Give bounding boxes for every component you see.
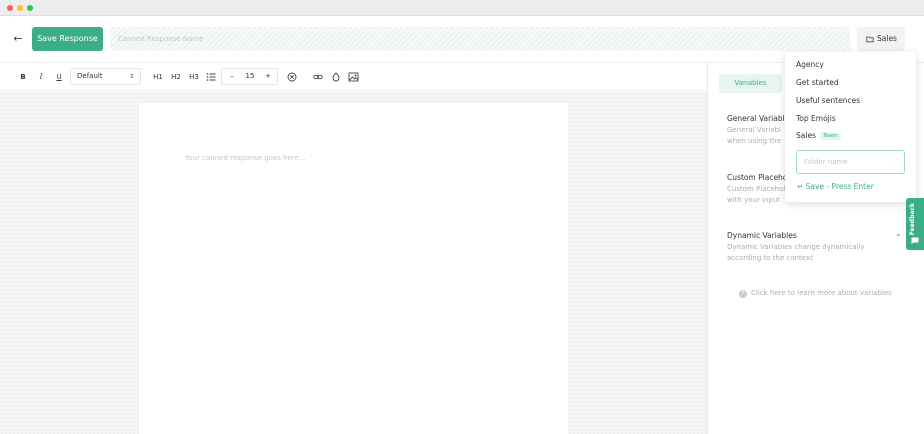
image-icon[interactable]	[348, 72, 359, 82]
folder-dropdown: Agency Get started Useful sentences Top …	[785, 52, 916, 202]
clear-format-icon[interactable]	[287, 72, 297, 82]
general-variables-title[interactable]: General Variable	[727, 114, 789, 123]
bold-button[interactable]: B	[18, 71, 28, 83]
emoji-icon[interactable]	[331, 72, 341, 82]
font-size-value: 15	[245, 72, 255, 80]
dynamic-variables-desc-line1: Dynamic Variables change dynamically	[727, 243, 865, 251]
folder-option-sales[interactable]: Sales Team	[796, 131, 841, 140]
folder-option-sales-label: Sales	[796, 131, 816, 140]
chevron-down-icon[interactable]: ⌄	[895, 229, 905, 239]
dynamic-variables-title[interactable]: Dynamic Variables	[727, 231, 797, 240]
feedback-icon	[911, 237, 919, 244]
dynamic-variables-desc-line2: according to the context	[727, 254, 813, 262]
window-minimize-button[interactable]	[17, 5, 23, 11]
font-size-increase-button[interactable]: +	[262, 69, 274, 84]
select-caret-icon: ⇕	[128, 73, 134, 80]
folder-select-label: Sales	[877, 34, 897, 43]
canned-response-name-input[interactable]	[110, 27, 850, 51]
folder-option-agency[interactable]: Agency	[796, 60, 824, 69]
heading-3-button[interactable]: H3	[187, 71, 201, 83]
learn-more-label: Click here to learn more about variables	[751, 289, 892, 297]
editor-placeholder: Your canned response goes here...	[185, 154, 306, 162]
folder-name-input[interactable]	[796, 150, 905, 174]
font-size-stepper[interactable]: – 15 +	[221, 68, 278, 85]
folder-icon	[866, 36, 874, 43]
folder-option-get-started[interactable]: Get started	[796, 78, 839, 87]
font-family-value: Default	[77, 72, 103, 80]
save-folder-hint-label: Save - Press Enter	[805, 182, 874, 191]
custom-placeholders-title[interactable]: Custom Placeho	[727, 173, 787, 182]
link-icon[interactable]	[313, 72, 323, 82]
window-titlebar	[0, 0, 924, 16]
editor-canvas: Your canned response goes here...	[0, 92, 707, 434]
bullet-list-icon[interactable]	[206, 72, 216, 82]
help-icon: ?	[739, 290, 747, 298]
underline-button[interactable]: U	[54, 71, 64, 83]
formatting-toolbar: B I U Default ⇕ H1 H2 H3 – 15 +	[0, 63, 707, 91]
window-close-button[interactable]	[7, 5, 13, 11]
editor-page[interactable]: Your canned response goes here...	[139, 103, 568, 434]
arrow-left-icon[interactable]: ←	[11, 32, 25, 46]
font-size-decrease-button[interactable]: –	[226, 69, 238, 84]
folder-option-useful-sentences[interactable]: Useful sentences	[796, 96, 860, 105]
heading-1-button[interactable]: H1	[151, 71, 165, 83]
feedback-label: Feedback	[909, 203, 916, 236]
enter-icon: ↵	[797, 182, 806, 191]
save-response-button[interactable]: Save Response	[32, 27, 103, 51]
heading-2-button[interactable]: H2	[169, 71, 183, 83]
learn-more-variables-link[interactable]: ? Click here to learn more about variable…	[739, 289, 892, 298]
folder-select-button[interactable]: Sales	[857, 27, 905, 51]
window-zoom-button[interactable]	[27, 5, 33, 11]
feedback-tab[interactable]: Feedback	[906, 198, 924, 250]
folder-option-top-emojis[interactable]: Top Emojis	[796, 114, 836, 123]
italic-button[interactable]: I	[36, 71, 46, 83]
tab-variables[interactable]: Variables	[719, 74, 782, 93]
save-folder-hint[interactable]: ↵ Save - Press Enter	[797, 182, 874, 191]
font-family-select[interactable]: Default ⇕	[70, 68, 141, 85]
team-badge: Team	[819, 132, 841, 140]
